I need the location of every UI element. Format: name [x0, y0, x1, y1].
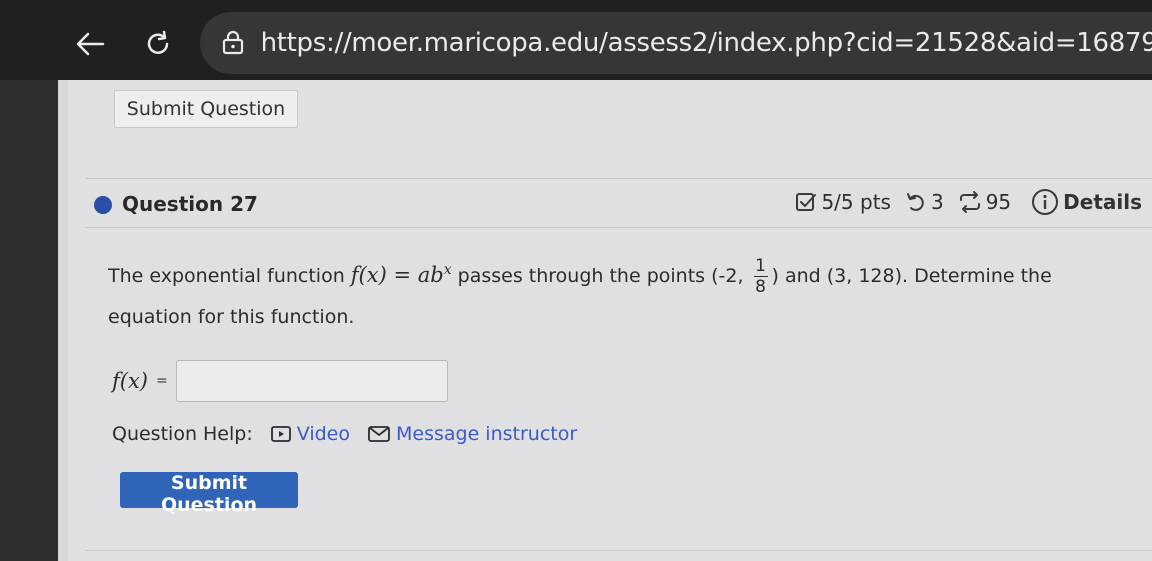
- help-label: Question Help:: [112, 423, 253, 445]
- question-middle: passes through the points (-2,: [451, 265, 750, 287]
- submit-question-button[interactable]: Submit Question: [120, 472, 298, 516]
- answer-label: f(x): [112, 369, 149, 393]
- question-intro: The exponential function: [108, 265, 351, 287]
- video-label: Video: [296, 423, 350, 445]
- attempts-info: 95: [958, 190, 1011, 214]
- video-icon: [270, 426, 291, 442]
- attempts-count: 95: [985, 190, 1012, 214]
- site-info-button[interactable]: [214, 21, 253, 65]
- page-content: Submit Question Question 27 5/5 pts 3 95…: [58, 80, 1152, 561]
- undo-icon: [906, 193, 924, 211]
- question-text: The exponential function f(x) = abx pass…: [108, 250, 1138, 337]
- question-card: Submit Question Question 27 5/5 pts 3 95…: [68, 80, 1152, 561]
- submit-question-button-top[interactable]: Submit Question: [114, 90, 298, 128]
- checkbox-icon: [796, 193, 817, 211]
- info-icon: [1032, 189, 1059, 215]
- function-expression: f(x) = abx: [350, 262, 452, 287]
- video-link[interactable]: Video: [270, 423, 350, 445]
- details-label: Details: [1063, 190, 1142, 214]
- question-line2: equation for this function.: [108, 306, 355, 328]
- fraction-numerator: 1: [755, 256, 766, 276]
- retries-info: 3: [905, 190, 944, 214]
- question-help: Question Help: Video Message instructor: [112, 423, 577, 445]
- score-info: 5/5 pts: [795, 190, 891, 214]
- message-instructor-label: Message instructor: [395, 423, 578, 445]
- fraction: 18: [753, 256, 768, 297]
- score-text: 5/5 pts: [821, 190, 891, 214]
- back-button[interactable]: [68, 22, 112, 66]
- browser-toolbar: https://moer.maricopa.edu/assess2/index.…: [0, 0, 1152, 80]
- question-meta: 5/5 pts 3 95 Details: [795, 188, 1142, 216]
- divider: [86, 550, 1152, 551]
- question-title: Question 27: [122, 192, 258, 216]
- reload-icon: [147, 30, 169, 54]
- repeat-icon: [959, 191, 980, 213]
- message-instructor-link[interactable]: Message instructor: [368, 423, 577, 445]
- reload-button[interactable]: [136, 22, 180, 66]
- mail-icon: [368, 426, 390, 442]
- address-bar[interactable]: https://moer.maricopa.edu/assess2/index.…: [200, 12, 1152, 74]
- retries-count: 3: [930, 190, 944, 214]
- status-dot: [94, 196, 112, 214]
- equals-sign: =: [156, 373, 168, 389]
- lock-icon: [223, 30, 244, 55]
- answer-row: f(x) =: [112, 360, 448, 402]
- fraction-denominator: 8: [755, 277, 766, 297]
- question-after-fraction: ) and (3, 128). Determine the: [771, 265, 1052, 287]
- answer-input[interactable]: [175, 360, 448, 402]
- function-base: f(x) = ab: [350, 263, 444, 287]
- function-exponent: x: [443, 262, 452, 278]
- details-toggle[interactable]: Details: [1031, 188, 1142, 216]
- question-header: Question 27 5/5 pts 3 95 Details: [86, 178, 1152, 228]
- url-text: https://moer.maricopa.edu/assess2/index.…: [260, 28, 1152, 58]
- arrow-left-icon: [76, 32, 105, 56]
